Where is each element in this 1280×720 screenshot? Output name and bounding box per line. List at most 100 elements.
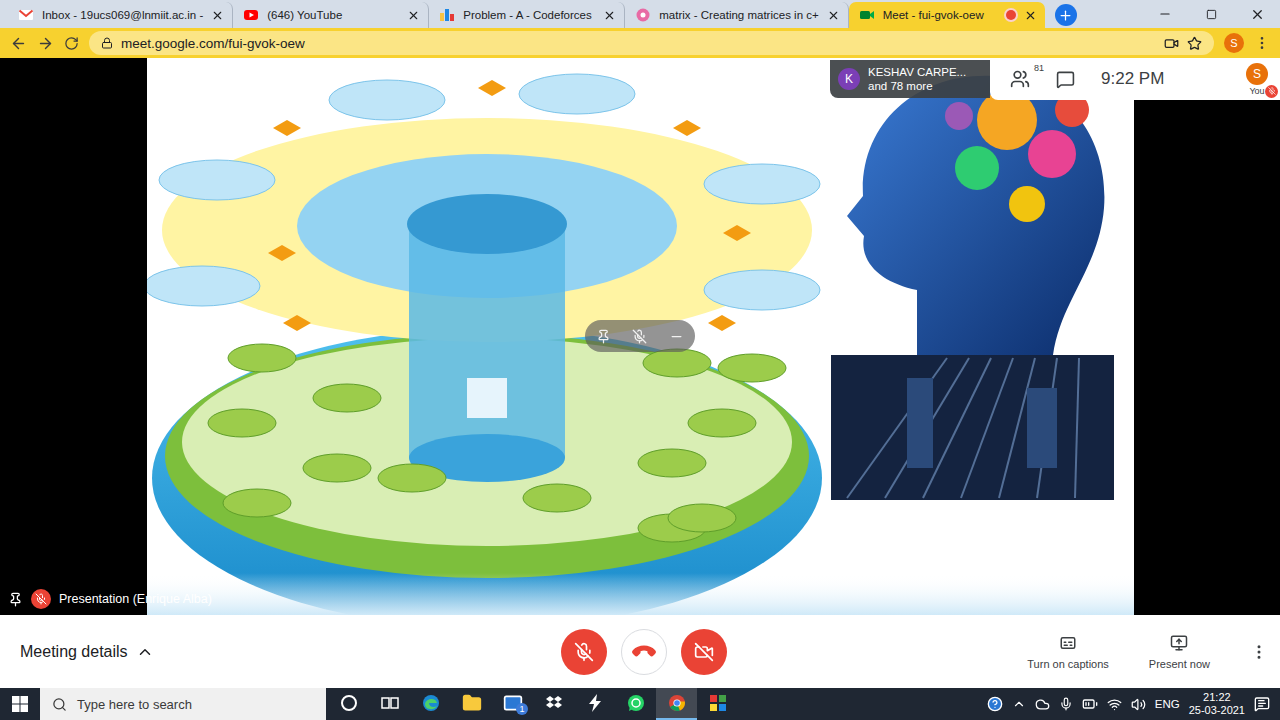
meet-bottom-bar: Meeting details Turn on captions Present n… (0, 615, 1280, 688)
present-label: Present now (1149, 658, 1210, 670)
pin-icon[interactable] (596, 329, 611, 344)
call-controls (561, 629, 727, 675)
taskbar-app[interactable] (369, 688, 410, 720)
new-tab-button[interactable] (1055, 4, 1077, 26)
menu-icon[interactable] (1254, 35, 1270, 51)
tab-label: (646) YouTube (267, 9, 399, 21)
taskbar-app[interactable] (328, 688, 369, 720)
people-button[interactable]: 81 (1010, 69, 1030, 89)
close-icon[interactable] (827, 9, 840, 22)
chrome-icon (667, 693, 687, 713)
browser-tab[interactable]: matrix - Creating matrices in c+ (625, 2, 848, 28)
taskbar-app[interactable] (410, 688, 451, 720)
reload-icon[interactable] (64, 36, 79, 51)
right-controls: Turn on captions Present now (727, 634, 1268, 670)
input-language[interactable]: ENG (1155, 698, 1180, 710)
people-count: 81 (1034, 63, 1044, 73)
browser-tab[interactable]: Inbox - 19ucs069@lnmiit.ac.in - (8, 2, 233, 28)
chevron-up-icon (136, 643, 154, 661)
mic-off-icon (574, 642, 594, 662)
presenter-name: Presentation (Enrique Alba) (59, 592, 212, 606)
close-icon[interactable] (1024, 9, 1037, 22)
tab-row: Inbox - 19ucs069@lnmiit.ac.in - (646) You… (8, 0, 1045, 28)
file-explorer-icon (462, 693, 482, 713)
self-muted-badge (1265, 85, 1278, 98)
taskbar-search[interactable]: Type here to search (40, 688, 326, 720)
present-button[interactable]: Present now (1149, 634, 1210, 670)
profile-avatar[interactable]: S (1224, 33, 1244, 53)
meeting-time: 9:22 PM (1101, 69, 1164, 89)
app-badge: 1 (516, 703, 528, 715)
presenter-label: Presentation (Enrique Alba) (8, 589, 212, 609)
taskbar-app[interactable] (615, 688, 656, 720)
taskbar-app[interactable]: 1 (492, 688, 533, 720)
microphone-tray-icon[interactable] (1059, 697, 1073, 711)
screen: Inbox - 19ucs069@lnmiit.ac.in - (646) You… (0, 0, 1280, 720)
camera-button[interactable] (681, 629, 727, 675)
maximize-button[interactable] (1188, 0, 1234, 28)
minimize-button[interactable] (1142, 0, 1188, 28)
onedrive-icon[interactable] (1035, 697, 1050, 712)
search-placeholder: Type here to search (77, 697, 192, 712)
mute-icon[interactable] (632, 329, 647, 344)
show-hidden-icon[interactable] (1012, 697, 1026, 711)
pin-icon[interactable] (8, 592, 23, 607)
volume-icon[interactable] (1131, 697, 1146, 712)
remove-icon[interactable] (669, 329, 684, 344)
camera-icon[interactable] (1164, 36, 1179, 51)
taskbar-app[interactable] (656, 688, 697, 720)
close-icon[interactable] (407, 9, 420, 22)
meeting-details-button[interactable]: Meeting details (20, 643, 561, 661)
taskbar-app[interactable] (451, 688, 492, 720)
browser-tab[interactable]: (646) YouTube (233, 2, 429, 28)
address-bar[interactable]: meet.google.com/fui-gvok-oew (89, 31, 1214, 55)
dropbox-icon (544, 693, 564, 713)
people-icon (1010, 69, 1030, 89)
captions-label: Turn on captions (1027, 658, 1109, 670)
plus-icon (1058, 8, 1073, 23)
gmail-icon (18, 7, 34, 23)
windows-icon (12, 696, 28, 712)
meeting-details-label: Meeting details (20, 643, 128, 661)
battery-icon[interactable] (1082, 696, 1098, 712)
taskbar-app[interactable] (574, 688, 615, 720)
leave-call-button[interactable] (621, 629, 667, 675)
tray-date: 25-03-2021 (1189, 704, 1245, 717)
help-icon[interactable] (987, 696, 1003, 712)
participant-card[interactable]: KKESHAV CARPE...and 78 more (830, 60, 990, 98)
taskbar-app[interactable] (533, 688, 574, 720)
more-icon (1250, 643, 1268, 661)
task-view-icon (380, 693, 400, 713)
wifi-icon[interactable] (1107, 697, 1122, 712)
taskbar: Type here to search 1 ENG 21:2225-03-2021 (0, 688, 1280, 720)
captions-icon (1059, 634, 1077, 652)
participant-text: KESHAV CARPE...and 78 more (868, 65, 966, 93)
cortana-icon (339, 693, 359, 713)
tab-label: Inbox - 19ucs069@lnmiit.ac.in - (42, 9, 203, 21)
notifications-icon[interactable] (1254, 696, 1270, 712)
more-options-button[interactable] (1250, 643, 1268, 661)
browser-tab[interactable]: Problem - A - Codeforces (429, 2, 625, 28)
chat-icon[interactable] (1056, 70, 1075, 89)
mic-off-icon (1268, 87, 1276, 95)
back-icon[interactable] (10, 35, 27, 52)
tray-time: 21:22 (1203, 691, 1231, 704)
minimize-icon (1158, 7, 1172, 21)
hang-up-icon (630, 637, 658, 665)
taskbar-app[interactable] (697, 688, 738, 720)
self-tile[interactable]: SYou (1246, 63, 1268, 96)
microphone-button[interactable] (561, 629, 607, 675)
bookmark-star-icon[interactable] (1187, 36, 1202, 51)
participant-name: KESHAV CARPE... (868, 65, 966, 79)
close-button[interactable] (1234, 0, 1280, 28)
close-icon[interactable] (211, 9, 224, 22)
window-controls (1142, 0, 1280, 28)
tab-label: matrix - Creating matrices in c+ (659, 9, 818, 21)
browser-tab[interactable]: Meet - fui-gvok-oew (849, 2, 1045, 28)
app-icon (708, 693, 728, 713)
captions-button[interactable]: Turn on captions (1027, 634, 1109, 670)
forward-icon[interactable] (37, 35, 54, 52)
start-button[interactable] (0, 688, 40, 720)
tray-clock[interactable]: 21:2225-03-2021 (1189, 691, 1245, 717)
close-icon[interactable] (603, 9, 616, 22)
